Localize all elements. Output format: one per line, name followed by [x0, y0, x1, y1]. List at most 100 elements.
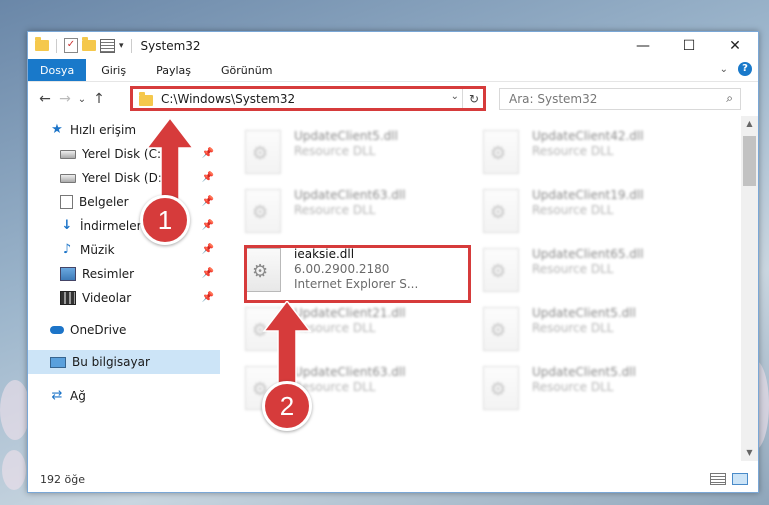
file-item[interactable]: UpdateClient5.dllResource DLL — [483, 303, 703, 353]
title-bar: ✓ ▾ System32 — ☐ ✕ — [28, 32, 758, 59]
sidebar-item[interactable]: Bu bilgisayar — [28, 350, 220, 374]
step-badge-1: 1 — [140, 195, 190, 245]
file-detail: Resource DLL — [294, 144, 376, 158]
sidebar-item-label: Ağ — [70, 389, 86, 403]
recent-locations-button[interactable]: ⌄ — [75, 94, 89, 105]
new-folder-icon[interactable] — [82, 37, 96, 51]
properties-check-icon[interactable]: ✓ — [64, 38, 78, 53]
close-button[interactable]: ✕ — [712, 32, 758, 59]
file-name: UpdateClient42.dll — [532, 129, 644, 143]
tab-view[interactable]: Görünüm — [206, 59, 287, 81]
pin-icon: 📌 — [201, 292, 214, 303]
scroll-down-icon[interactable]: ▼ — [741, 445, 758, 461]
file-name: UpdateClient5.dll — [532, 306, 636, 320]
pin-icon: 📌 — [201, 244, 214, 255]
file-item[interactable]: UpdateClient63.dllResource DLL — [245, 185, 465, 235]
toolbar-separator — [56, 38, 57, 53]
file-detail: Resource DLL — [294, 203, 376, 217]
scroll-up-icon[interactable]: ▲ — [741, 116, 758, 132]
folder-icon — [35, 37, 49, 51]
sidebar-item-label: Bu bilgisayar — [72, 355, 150, 369]
scroll-thumb[interactable] — [743, 136, 756, 186]
dll-file-icon — [245, 130, 281, 174]
back-button[interactable]: ← — [35, 91, 55, 107]
file-name: UpdateClient5.dll — [294, 129, 398, 143]
sidebar-item[interactable]: Resimler 📌 — [28, 262, 220, 286]
dll-file-icon — [483, 130, 519, 174]
up-button[interactable]: ↑ — [89, 91, 109, 107]
minimize-button[interactable]: — — [620, 32, 666, 59]
pin-icon: 📌 — [201, 172, 214, 183]
large-icons-view-icon[interactable] — [732, 473, 748, 485]
dll-file-icon — [483, 189, 519, 233]
file-name: UpdateClient65.dll — [532, 247, 644, 261]
sidebar-item-label: Videolar — [82, 291, 132, 305]
toolbar-dropdown-icon[interactable]: ▾ — [119, 41, 124, 51]
tab-share[interactable]: Paylaş — [141, 59, 206, 81]
dll-file-icon — [483, 307, 519, 351]
ribbon-tabs: Dosya Giriş Paylaş Görünüm ⌄ ? — [28, 59, 758, 82]
file-detail: Resource DLL — [532, 144, 614, 158]
file-name: UpdateClient63.dll — [294, 188, 406, 202]
computer-icon — [50, 356, 66, 368]
pin-icon: 📌 — [201, 268, 214, 279]
file-name: UpdateClient19.dll — [532, 188, 644, 202]
dll-file-icon — [483, 248, 519, 292]
file-highlight — [244, 245, 471, 303]
videos-icon — [60, 291, 76, 305]
file-item[interactable]: UpdateClient5.dllResource DLL — [245, 126, 465, 176]
network-icon: ⇄ — [51, 388, 63, 403]
drive-icon — [60, 173, 76, 183]
search-icon[interactable]: ⌕ — [726, 91, 733, 106]
quick-access-toolbar: ✓ ▾ — [28, 37, 135, 53]
file-detail: Resource DLL — [532, 380, 614, 394]
address-bar-highlight — [130, 86, 486, 111]
drive-icon — [60, 149, 76, 159]
sidebar-item-label: Müzik — [80, 243, 115, 257]
customize-view-icon[interactable] — [100, 38, 115, 53]
pin-icon: 📌 — [201, 148, 214, 159]
file-item[interactable]: UpdateClient65.dllResource DLL — [483, 244, 703, 294]
star-icon: ★ — [51, 122, 63, 137]
sidebar-item-label: Hızlı erişim — [70, 123, 137, 137]
forward-button[interactable]: → — [55, 91, 75, 107]
window-controls: — ☐ ✕ — [620, 32, 758, 59]
vertical-scrollbar[interactable]: ▲ ▼ — [741, 116, 758, 461]
file-detail: Resource DLL — [532, 321, 614, 335]
tab-file[interactable]: Dosya — [28, 59, 87, 81]
pin-icon: 📌 — [201, 196, 214, 207]
pin-icon: 📌 — [201, 220, 214, 231]
sidebar-item[interactable]: ⇄ Ağ — [28, 384, 220, 408]
tab-home[interactable]: Giriş — [86, 59, 141, 81]
pictures-icon — [60, 267, 76, 281]
maximize-button[interactable]: ☐ — [666, 32, 712, 59]
file-item[interactable]: UpdateClient5.dllResource DLL — [483, 362, 703, 412]
sidebar-item[interactable]: ♪ Müzik 📌 — [28, 238, 220, 262]
documents-icon — [60, 195, 73, 209]
status-bar: 192 öğe — [28, 466, 758, 492]
file-item[interactable]: UpdateClient19.dllResource DLL — [483, 185, 703, 235]
sidebar-item-label: Belgeler — [79, 195, 129, 209]
file-item[interactable]: UpdateClient42.dllResource DLL — [483, 126, 703, 176]
dll-file-icon — [245, 189, 281, 233]
file-name: UpdateClient5.dll — [532, 365, 636, 379]
search-input[interactable]: Ara: System32 ⌕ — [499, 88, 741, 110]
file-detail: Resource DLL — [532, 262, 614, 276]
toolbar-separator — [130, 38, 132, 53]
downloads-icon: ↓ — [61, 218, 73, 233]
search-placeholder: Ara: System32 — [509, 92, 598, 106]
sidebar-item-label: OneDrive — [70, 323, 127, 337]
details-view-icon[interactable] — [710, 473, 726, 485]
sidebar-item-label: İndirmeler — [80, 219, 142, 233]
help-icon[interactable]: ? — [738, 62, 752, 76]
window-title: System32 — [140, 38, 201, 53]
music-icon: ♪ — [62, 242, 72, 257]
sidebar-item[interactable]: OneDrive — [28, 318, 220, 342]
cloud-icon — [50, 326, 64, 334]
ribbon-expand-icon[interactable]: ⌄ — [720, 64, 728, 75]
file-detail: Resource DLL — [532, 203, 614, 217]
item-count: 192 öğe — [40, 472, 85, 486]
sidebar-item-label: Resimler — [82, 267, 135, 281]
dll-file-icon — [483, 366, 519, 410]
sidebar-item[interactable]: Videolar 📌 — [28, 286, 220, 310]
